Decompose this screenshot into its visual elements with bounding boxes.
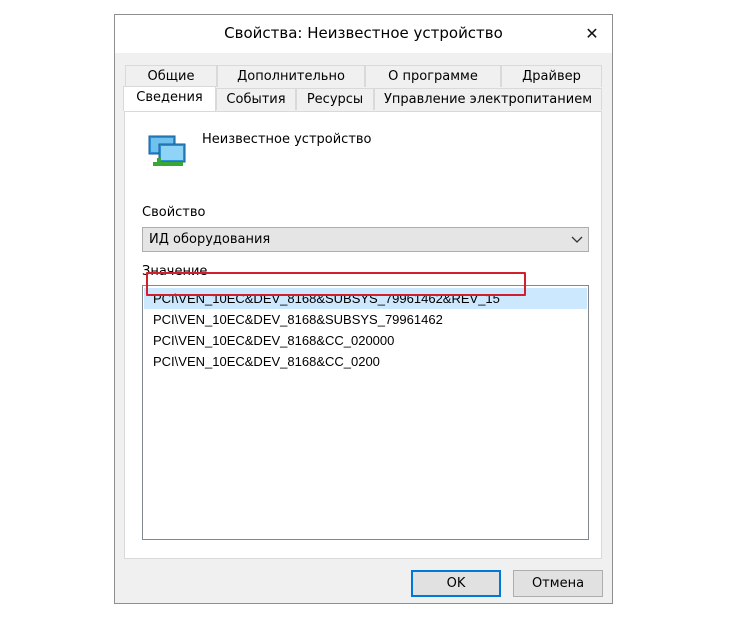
list-item[interactable]: PCI\VEN_10EC&DEV_8168&SUBSYS_79961462 xyxy=(144,309,587,330)
close-icon: ✕ xyxy=(585,23,599,43)
tab-driver[interactable]: Драйвер xyxy=(501,65,602,87)
value-listbox[interactable]: PCI\VEN_10EC&DEV_8168&SUBSYS_79961462&RE… xyxy=(142,285,589,540)
network-adapter-icon xyxy=(148,135,186,166)
title-bar: Свойства: Неизвестное устройство ✕ xyxy=(115,15,612,53)
property-select-value: ИД оборудования xyxy=(149,232,271,247)
tab-resources[interactable]: Ресурсы xyxy=(296,88,374,110)
property-select[interactable]: ИД оборудования xyxy=(142,227,589,252)
device-name: Неизвестное устройство xyxy=(202,132,372,147)
tab-events[interactable]: События xyxy=(216,88,296,110)
tab-about[interactable]: О программе xyxy=(365,65,501,87)
value-label: Значение xyxy=(142,264,208,279)
cancel-button[interactable]: Отмена xyxy=(513,570,603,597)
close-button[interactable]: ✕ xyxy=(572,15,612,51)
window-title: Свойства: Неизвестное устройство xyxy=(224,24,503,42)
list-item[interactable]: PCI\VEN_10EC&DEV_8168&CC_020000 xyxy=(144,330,587,351)
ok-button[interactable]: OK xyxy=(411,570,501,597)
tab-general[interactable]: Общие xyxy=(125,65,217,87)
tab-power-management[interactable]: Управление электропитанием xyxy=(374,88,602,110)
list-item[interactable]: PCI\VEN_10EC&DEV_8168&SUBSYS_79961462&RE… xyxy=(144,288,587,309)
tab-advanced[interactable]: Дополнительно xyxy=(217,65,365,87)
details-panel: Неизвестное устройство Свойство ИД обору… xyxy=(124,111,602,559)
tab-details[interactable]: Сведения xyxy=(123,86,216,111)
page: Свойства: Неизвестное устройство ✕ Общие… xyxy=(0,0,735,628)
list-item[interactable]: PCI\VEN_10EC&DEV_8168&CC_0200 xyxy=(144,351,587,372)
property-label: Свойство xyxy=(142,205,206,220)
properties-dialog: Свойства: Неизвестное устройство ✕ Общие… xyxy=(114,14,613,604)
chevron-down-icon xyxy=(571,236,583,243)
